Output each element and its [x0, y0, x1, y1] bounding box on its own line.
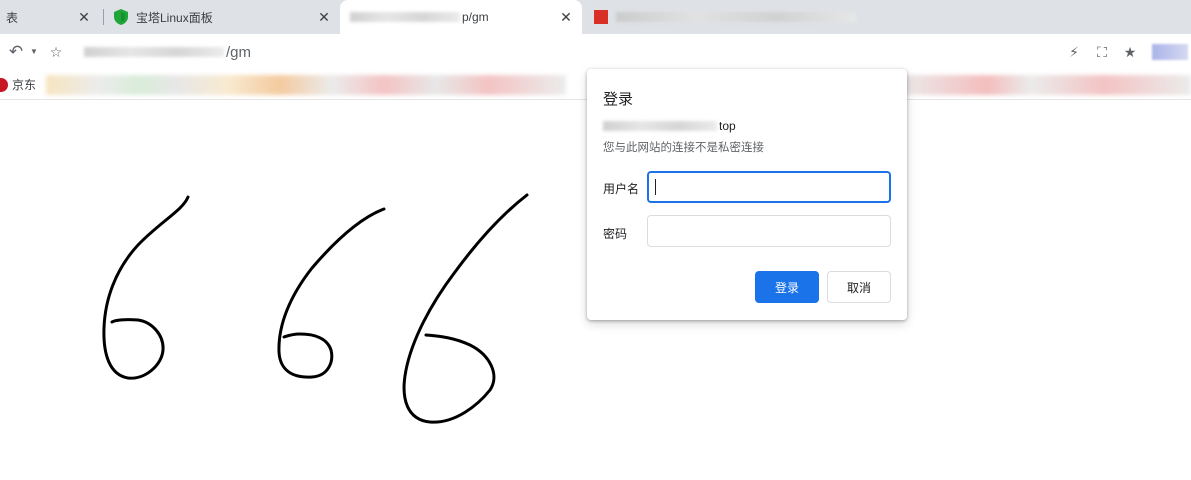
handwritten-stroke: [402, 193, 529, 424]
tab-4[interactable]: [584, 0, 884, 34]
blurred-text: [350, 12, 460, 22]
blurred-bookmarks: [46, 75, 566, 95]
star-icon[interactable]: ☆: [48, 44, 64, 60]
screenshot-icon[interactable]: ⛶: [1094, 44, 1110, 60]
bookmark-jd[interactable]: 京东: [0, 76, 36, 93]
login-dialog: 登录 top 您与此网站的连接不是私密连接 用户名 密码 登录 取消: [587, 69, 907, 320]
tab-1-title: 表: [6, 10, 19, 25]
bookmark-icon[interactable]: ★: [1122, 44, 1138, 60]
tab-active[interactable]: p/gm ✕: [340, 0, 582, 34]
text-caret: [655, 179, 656, 195]
address-bar[interactable]: ☆ /gm: [50, 38, 1056, 66]
username-label: 用户名: [603, 182, 640, 196]
login-button[interactable]: 登录: [755, 271, 819, 303]
back-icon[interactable]: ↶: [8, 43, 24, 60]
bookmark-label: 京东: [12, 78, 37, 92]
tab-strip: 表 ✕ 宝塔Linux面板 ✕ p/gm ✕: [0, 0, 1191, 34]
close-icon[interactable]: ✕: [558, 9, 574, 25]
tab-baota[interactable]: 宝塔Linux面板 ✕: [104, 0, 340, 34]
site-favicon-icon: [594, 10, 608, 24]
url-text: /gm: [226, 43, 252, 61]
dialog-title: 登录: [603, 91, 634, 108]
shield-icon: [114, 9, 128, 25]
dropdown-icon[interactable]: ▼: [26, 44, 42, 60]
privacy-note: 您与此网站的连接不是私密连接: [603, 142, 764, 154]
password-input[interactable]: [647, 215, 891, 247]
close-icon[interactable]: ✕: [76, 9, 92, 25]
blurred-url: [84, 47, 224, 57]
lightning-icon[interactable]: ⚡: [1066, 44, 1082, 60]
extension-icon[interactable]: [1152, 44, 1188, 60]
cancel-button[interactable]: 取消: [827, 271, 891, 303]
dialog-origin: top: [603, 119, 736, 133]
tab-3-title: p/gm: [462, 10, 489, 24]
username-input[interactable]: [647, 171, 891, 203]
tab-2-title: 宝塔Linux面板: [136, 10, 213, 25]
handwritten-stroke: [102, 195, 190, 380]
browser-toolbar: ↶ ▼ ☆ /gm ⚡ ⛶ ★: [0, 34, 1191, 70]
password-label: 密码: [603, 227, 628, 241]
origin-suffix: top: [719, 119, 736, 133]
close-icon[interactable]: ✕: [316, 9, 332, 25]
blurred-bookmarks: [900, 75, 1191, 95]
handwritten-stroke: [277, 207, 386, 379]
tab-1[interactable]: 表 ✕: [0, 0, 100, 34]
jd-icon: [0, 77, 8, 92]
blurred-text: [616, 12, 856, 22]
blurred-origin: [603, 121, 717, 131]
